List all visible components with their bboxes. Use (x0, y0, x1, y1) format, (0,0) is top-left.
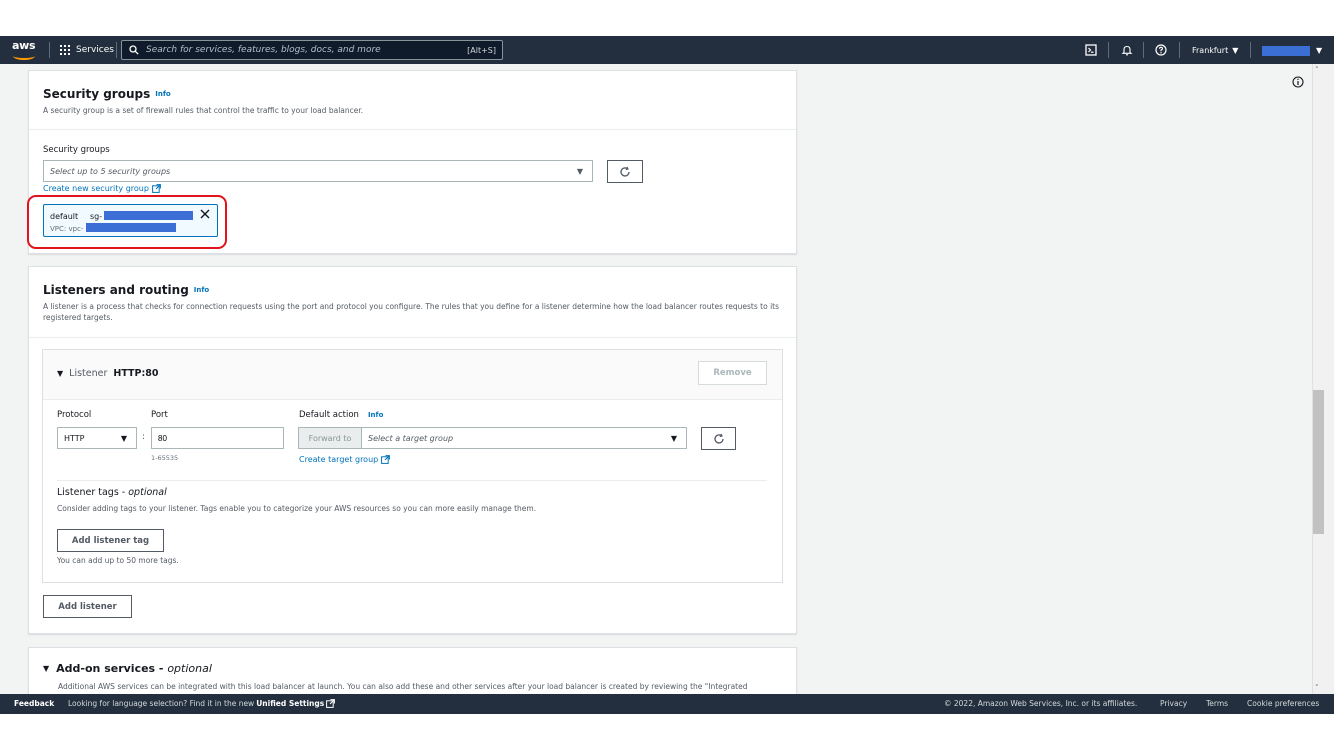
scroll-down-arrow-icon[interactable]: ˅ (1315, 684, 1319, 692)
help-icon[interactable] (1154, 43, 1168, 57)
caret-down-icon: ▼ (120, 433, 127, 443)
nav-divider (1179, 42, 1180, 58)
region-selector[interactable]: Frankfurt ▼ (1192, 36, 1238, 64)
add-listener-button[interactable]: Add listener (43, 595, 132, 618)
listener-prefix: Listener (69, 368, 108, 379)
refresh-icon (620, 166, 630, 177)
main-content: Security groups Info A security group is… (0, 64, 1312, 694)
default-action-label: Default action (299, 410, 359, 420)
target-group-placeholder: Select a target group (368, 433, 454, 443)
caret-down-icon: ▼ (1316, 46, 1323, 55)
aws-logo[interactable]: aws (12, 40, 38, 60)
addon-services-expander[interactable]: ▼ Add-on services - optional (43, 662, 212, 675)
search-icon (129, 45, 139, 55)
nav-divider (49, 42, 50, 58)
caret-down-icon: ▼ (57, 369, 64, 378)
copyright-text: © 2022, Amazon Web Services, Inc. or its… (944, 699, 1138, 708)
addon-services-panel: ▼ Add-on services - optional Additional … (28, 647, 797, 694)
aws-logo-text: aws (12, 39, 36, 52)
services-label: Services (76, 45, 114, 55)
refresh-target-groups-button[interactable] (701, 427, 736, 450)
nav-divider (1108, 42, 1109, 58)
unified-settings-link[interactable]: Unified Settings (256, 699, 324, 708)
create-security-group-link[interactable]: Create new security group (43, 184, 161, 193)
create-target-group-label: Create target group (299, 455, 379, 464)
security-groups-heading: Security groups (43, 87, 151, 101)
info-panel-icon[interactable] (1292, 73, 1304, 88)
cookie-preferences-link[interactable]: Cookie preferences (1247, 699, 1319, 708)
security-groups-select[interactable]: Select up to 5 security groups ▼ (43, 160, 593, 182)
external-link-icon (326, 699, 336, 708)
listener-expander[interactable]: ▼ Listener HTTP:80 (57, 368, 159, 379)
scrollbar-thumb[interactable] (1313, 390, 1324, 534)
aws-smile-icon (13, 52, 35, 60)
addon-services-optional: optional (167, 662, 212, 675)
external-link-icon (381, 455, 391, 464)
terms-link[interactable]: Terms (1206, 699, 1228, 708)
addon-services-description: Additional AWS services can be integrate… (58, 682, 748, 691)
listener-name: HTTP:80 (113, 368, 159, 379)
security-groups-info-link[interactable]: Info (155, 90, 170, 98)
account-menu[interactable]: ▼ (1262, 45, 1322, 56)
cloudshell-icon[interactable] (1084, 43, 1098, 57)
listener-tags-optional: optional (128, 487, 167, 498)
region-label: Frankfurt (1192, 45, 1229, 55)
caret-down-icon: ▼ (1232, 45, 1239, 55)
language-notice: Looking for language selection? Find it … (68, 699, 336, 708)
listeners-description: A listener is a process that checks for … (43, 302, 780, 322)
protocol-select[interactable]: HTTP ▼ (57, 427, 137, 449)
protocol-value: HTTP (64, 433, 85, 443)
listeners-heading: Listeners and routing (43, 283, 189, 297)
security-groups-field-label: Security groups (43, 145, 110, 155)
services-menu-button[interactable]: Services (60, 36, 114, 64)
divider (29, 337, 796, 338)
port-input[interactable] (151, 427, 284, 449)
add-listener-tag-button[interactable]: Add listener tag (57, 529, 164, 552)
security-groups-placeholder: Select up to 5 security groups (50, 166, 171, 176)
feedback-link[interactable]: Feedback (14, 699, 54, 708)
caret-down-icon: ▼ (670, 433, 677, 443)
port-hint: 1-65535 (151, 454, 179, 462)
colon-separator: : (142, 432, 146, 442)
caret-down-icon: ▼ (43, 664, 50, 673)
listener-tags-heading: Listener tags - optional (57, 487, 167, 498)
listeners-info-link[interactable]: Info (194, 286, 209, 294)
top-navigation: aws Services [Alt+S] (0, 36, 1334, 64)
search-shortcut: [Alt+S] (467, 45, 496, 55)
external-link-icon (152, 184, 161, 193)
listener-header: ▼ Listener HTTP:80 (43, 350, 782, 400)
footer: Feedback Looking for language selection?… (0, 694, 1334, 714)
forward-to-label: Forward to (298, 427, 362, 449)
divider (29, 129, 796, 130)
protocol-label: Protocol (57, 410, 92, 420)
refresh-icon (713, 433, 724, 444)
nav-divider (1143, 42, 1144, 58)
highlight-annotation (27, 195, 227, 249)
caret-down-icon: ▼ (576, 166, 583, 176)
security-groups-description: A security group is a set of firewall ru… (43, 106, 364, 115)
listener-tags-description: Consider adding tags to your listener. T… (57, 504, 537, 513)
search-bar[interactable]: [Alt+S] (121, 40, 503, 60)
addon-services-title: Add-on services - (56, 662, 168, 675)
listener-tags-title: Listener tags - (57, 487, 129, 498)
grid-icon (60, 45, 70, 55)
search-input[interactable] (144, 44, 468, 56)
port-label: Port (151, 410, 168, 420)
divider (57, 480, 767, 481)
nav-divider (1250, 42, 1251, 58)
language-text: Looking for language selection? Find it … (68, 699, 255, 708)
target-group-select[interactable]: Select a target group ▼ (361, 427, 687, 449)
nav-divider (116, 42, 117, 58)
refresh-security-groups-button[interactable] (607, 160, 643, 183)
scrollbar-track[interactable] (1312, 64, 1334, 694)
bell-icon[interactable] (1120, 43, 1134, 57)
privacy-link[interactable]: Privacy (1160, 699, 1187, 708)
default-action-info-link[interactable]: Info (368, 411, 383, 419)
listener-tags-hint: You can add up to 50 more tags. (57, 556, 179, 565)
create-target-group-link[interactable]: Create target group (299, 455, 391, 464)
redacted-account-name (1262, 45, 1310, 56)
remove-listener-button[interactable]: Remove (698, 361, 767, 385)
create-security-group-label: Create new security group (43, 184, 149, 193)
scroll-up-arrow-icon[interactable]: ˄ (1315, 66, 1319, 74)
